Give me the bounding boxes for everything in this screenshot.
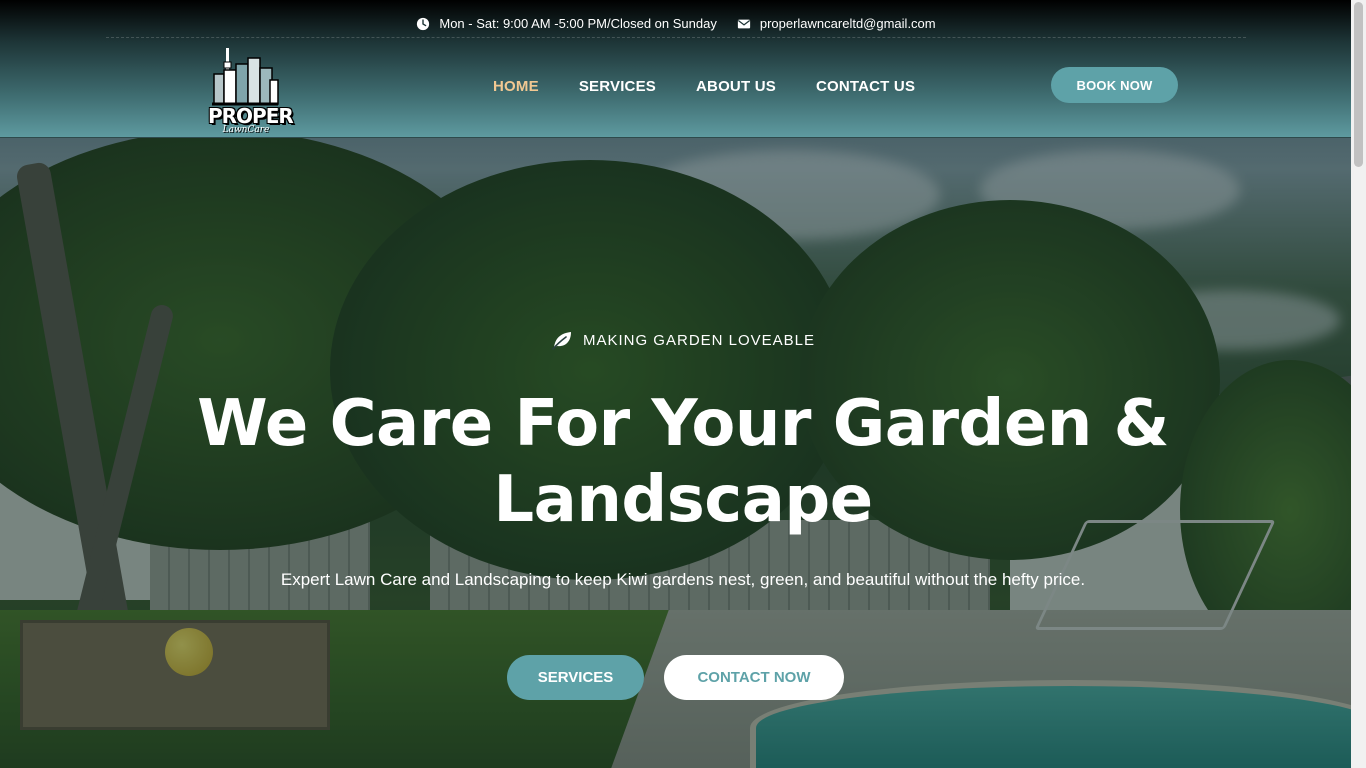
- contact-email-text[interactable]: properlawncareltd@gmail.com: [760, 16, 936, 31]
- nav-services[interactable]: SERVICES: [579, 78, 656, 95]
- leaf-icon: [552, 332, 571, 350]
- logo-subtitle: LawnCare: [222, 125, 270, 135]
- hero-eyebrow-text: MAKING GARDEN LOVEABLE: [582, 331, 816, 349]
- scrollbar-thumb[interactable]: [1354, 2, 1363, 167]
- nav-about-us[interactable]: ABOUT US: [696, 78, 776, 95]
- page-scrollbar[interactable]: [1351, 0, 1366, 768]
- site-logo[interactable]: PROPER LawnCare: [208, 40, 294, 135]
- hero-headline: We Care For Your Garden & Landscape: [120, 386, 1246, 538]
- book-now-button[interactable]: BOOK NOW: [1051, 67, 1178, 103]
- site-header: Mon - Sat: 9:00 AM -5:00 PM/Closed on Su…: [0, 0, 1366, 138]
- contact-email[interactable]: properlawncareltd@gmail.com: [737, 16, 936, 31]
- envelope-icon: [737, 19, 750, 28]
- hero-headline-line1: We Care For Your Garden &: [197, 387, 1169, 461]
- hero-eyebrow: MAKING GARDEN LOVEABLE: [0, 330, 1366, 350]
- nav-home[interactable]: HOME: [493, 78, 539, 95]
- opening-hours: Mon - Sat: 9:00 AM -5:00 PM/Closed on Su…: [416, 16, 717, 31]
- opening-hours-text: Mon - Sat: 9:00 AM -5:00 PM/Closed on Su…: [439, 16, 717, 31]
- city-skyline-icon: [212, 48, 279, 106]
- top-info-bar: Mon - Sat: 9:00 AM -5:00 PM/Closed on Su…: [106, 10, 1246, 38]
- hero-subheadline: Expert Lawn Care and Landscaping to keep…: [280, 570, 1086, 589]
- services-button[interactable]: SERVICES: [507, 655, 644, 700]
- clock-icon: [417, 17, 430, 30]
- main-navigation: HOME SERVICES ABOUT US CONTACT US: [493, 78, 915, 95]
- contact-now-button[interactable]: CONTACT NOW: [664, 655, 844, 700]
- hero-headline-line2: Landscape: [493, 463, 873, 537]
- nav-contact-us[interactable]: CONTACT US: [816, 78, 915, 95]
